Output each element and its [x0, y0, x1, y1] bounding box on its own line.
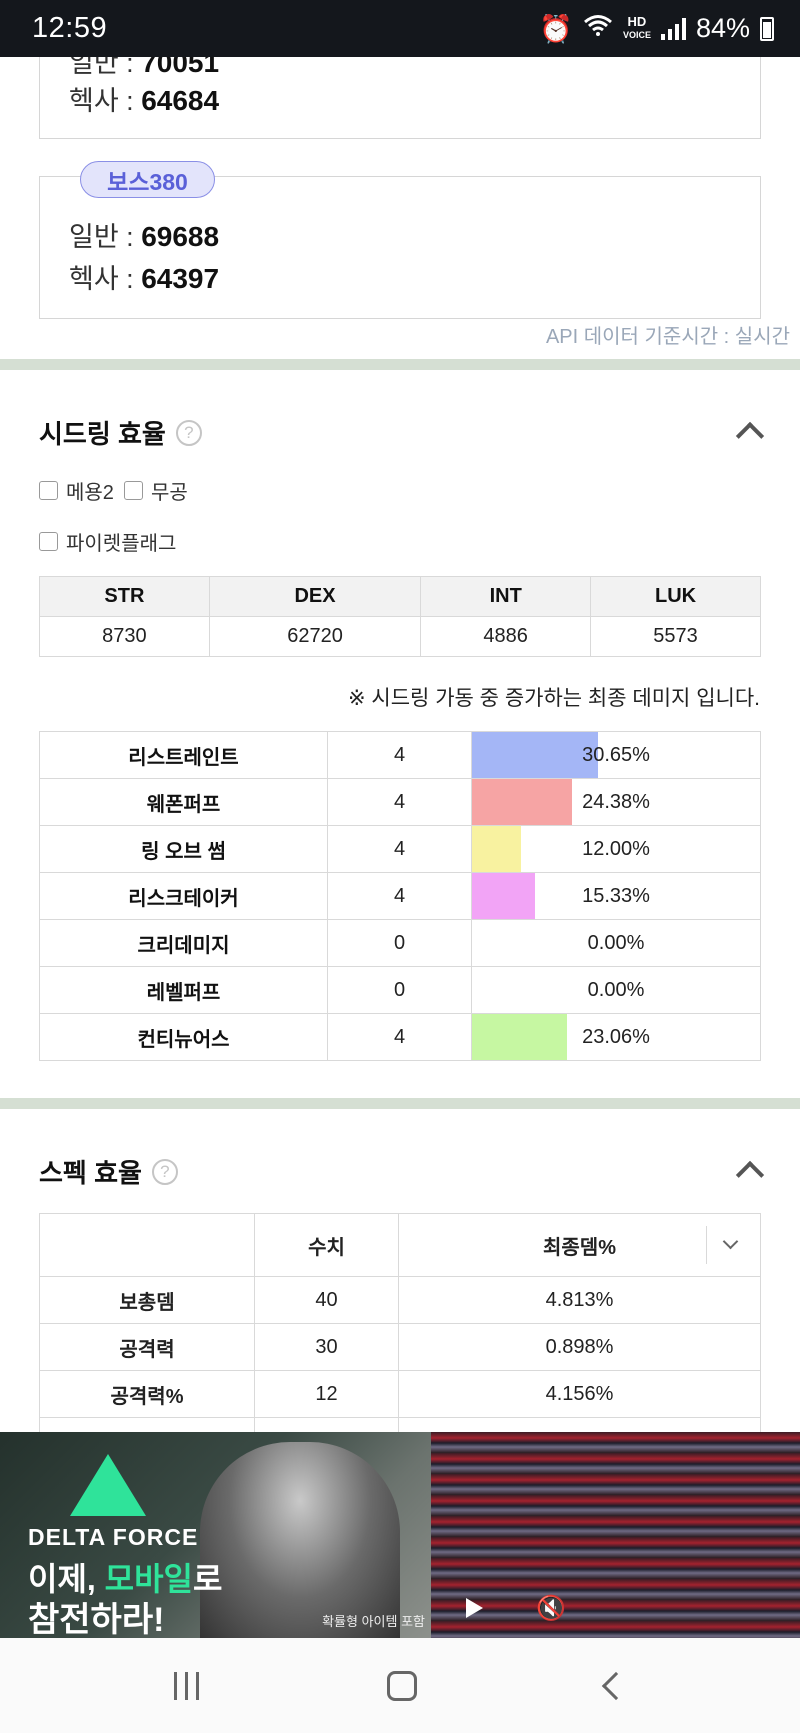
- efficiency-bar-cell: 24.38%: [471, 778, 761, 826]
- collapse-chevron-icon[interactable]: [735, 1160, 765, 1190]
- ad-disclaimer: 확률형 아이템 포함: [322, 1614, 425, 1629]
- spec-header-value: 수치: [254, 1213, 399, 1277]
- ad-character-image: [200, 1442, 400, 1638]
- checkbox-box[interactable]: [39, 481, 58, 500]
- seed-ring-row: 컨티뉴어스 4 23.06%: [39, 1013, 761, 1061]
- efficiency-bar: [472, 732, 598, 778]
- battery-percent: 84%: [695, 13, 750, 43]
- mute-icon[interactable]: 🔇: [536, 1594, 566, 1623]
- stat-value: 8730: [39, 616, 210, 657]
- back-icon[interactable]: [601, 1671, 630, 1700]
- system-nav-bar: [0, 1638, 800, 1733]
- spec-section-title: 스펙 효율 ?: [39, 1153, 178, 1190]
- checkbox-option-2[interactable]: 무공: [124, 476, 188, 505]
- battery-icon: [760, 16, 774, 41]
- status-time: 12:59: [32, 12, 108, 44]
- stat-header: DEX: [208, 576, 422, 617]
- stat-table-row: 8730 62720 4886 5573: [39, 616, 761, 657]
- stat-value: 4886: [420, 616, 592, 657]
- efficiency-bar: [472, 779, 572, 825]
- hd-voice-icon: HD VOICE: [622, 14, 651, 40]
- spec-row: 보총뎀 40 4.813%: [39, 1276, 761, 1324]
- boss-card-normal: 일반 : 69688: [69, 221, 220, 252]
- ad-logo-icon: [70, 1454, 146, 1516]
- efficiency-bar-cell: 23.06%: [471, 1013, 761, 1061]
- status-bar: 12:59 ⏰ HD VOICE 84%: [0, 0, 800, 57]
- stat-header: LUK: [590, 576, 761, 617]
- seed-ring-row: 레벨퍼프 0 0.00%: [39, 966, 761, 1014]
- checkbox-box[interactable]: [124, 481, 143, 500]
- alarm-icon: ⏰: [539, 13, 573, 44]
- efficiency-bar: [472, 873, 535, 919]
- checkbox-option-1[interactable]: 메용2: [39, 476, 114, 505]
- stat-header: INT: [420, 576, 592, 617]
- boss-card-hexa: 헥사 : 64397: [69, 263, 220, 294]
- home-icon[interactable]: [387, 1670, 418, 1701]
- spec-header-blank: [39, 1213, 255, 1277]
- api-time-note: API 데이터 기준시간 : 실시간: [545, 326, 790, 348]
- stat-table: STR DEX INT LUK 8730 62720 4886 5573: [39, 576, 761, 657]
- efficiency-bar: [472, 1014, 567, 1060]
- recent-apps-icon[interactable]: [174, 1671, 200, 1700]
- seed-ring-row: 리스크테이커 4 15.33%: [39, 872, 761, 920]
- status-icons: ⏰ HD VOICE 84%: [539, 13, 774, 45]
- play-icon[interactable]: [466, 1598, 483, 1618]
- checkbox-option-3[interactable]: 파이렛플래그: [39, 527, 176, 556]
- help-icon[interactable]: ?: [151, 1158, 178, 1185]
- seed-ring-row: 링 오브 썸 4 12.00%: [39, 825, 761, 873]
- spec-table: 수치 최종뎀% 보총뎀 40 4.813% 공격력 30 0.898% 공격력% 12 4.…: [39, 1213, 761, 1465]
- efficiency-bar-cell: 12.00%: [471, 825, 761, 873]
- help-icon[interactable]: ?: [175, 419, 202, 446]
- boss-tag: 보스380: [80, 161, 215, 198]
- seed-ring-row: 웨폰퍼프 4 24.38%: [39, 778, 761, 826]
- section-divider: [0, 1098, 800, 1109]
- checkbox-box[interactable]: [39, 532, 58, 551]
- efficiency-bar-cell: 0.00%: [471, 919, 761, 967]
- seed-ring-row: 크리데미지 0 0.00%: [39, 919, 761, 967]
- ad-headline-2: 참전하라!: [28, 1601, 165, 1638]
- ad-video[interactable]: 🔇: [431, 1432, 800, 1638]
- ad-banner[interactable]: DELTA FORCE 이제, 모바일로 참전하라! 확률형 아이템 포함 🔇: [0, 1432, 800, 1638]
- stat-value: 5573: [590, 616, 761, 657]
- chevron-down-icon[interactable]: [722, 1233, 739, 1250]
- efficiency-bar-cell: 30.65%: [471, 731, 761, 779]
- stat-table-header: STR DEX INT LUK: [39, 576, 761, 617]
- seeding-section-title: 시드링 효율 ?: [39, 414, 202, 451]
- efficiency-bar: [472, 826, 522, 872]
- stat-value: 62720: [208, 616, 422, 657]
- boss-card-hexa: 헥사 : 64684: [69, 85, 220, 116]
- efficiency-bar-cell: 15.33%: [471, 872, 761, 920]
- collapse-chevron-icon[interactable]: [735, 421, 765, 451]
- seed-ring-row: 리스트레인트 4 30.65%: [39, 731, 761, 779]
- ad-brand: DELTA FORCE: [28, 1524, 199, 1550]
- efficiency-bar-cell: 0.00%: [471, 966, 761, 1014]
- spec-row: 공격력 30 0.898%: [39, 1323, 761, 1371]
- signal-icon: [660, 17, 686, 40]
- seed-ring-table: 리스트레인트 4 30.65% 웨폰퍼프 4 24.38% 링 오브 썸 4 12.00% …: [39, 731, 761, 1061]
- stat-header: STR: [39, 576, 210, 617]
- spec-row: 공격력% 12 4.156%: [39, 1370, 761, 1418]
- wifi-icon: [583, 13, 613, 44]
- ad-image[interactable]: DELTA FORCE 이제, 모바일로 참전하라! 확률형 아이템 포함: [0, 1432, 431, 1638]
- spec-header-dropdown[interactable]: 최종뎀%: [398, 1213, 761, 1277]
- seeding-note: ※ 시드링 가동 중 증가하는 최종 데미지 입니다.: [347, 687, 760, 710]
- spec-table-header: 수치 최종뎀%: [39, 1213, 761, 1277]
- section-divider: [0, 359, 800, 370]
